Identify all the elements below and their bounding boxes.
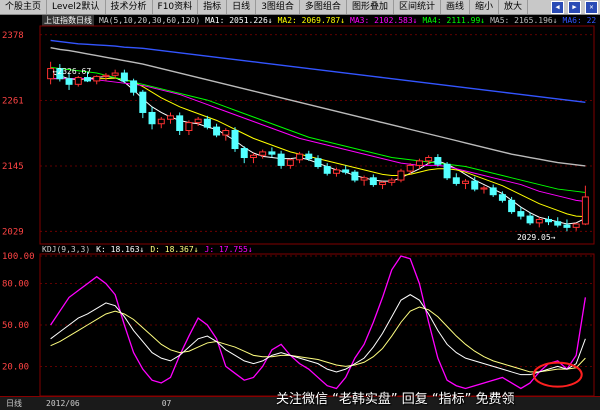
candle-body: [572, 223, 580, 228]
candle-body: [111, 72, 119, 76]
watermark: 关注微信 “老韩实盘” 回复 “指标” 免费领: [276, 392, 515, 407]
price-tick-label: 2261: [2, 97, 24, 107]
candle-body: [351, 171, 359, 181]
candle-body: [443, 163, 451, 179]
candle-body: [74, 77, 82, 85]
candle-body: [130, 80, 138, 93]
candle-body: [323, 166, 331, 174]
candle-body: [286, 159, 294, 166]
kdj-k-line: [50, 294, 586, 376]
candle-body: [489, 187, 497, 196]
candle-body: [65, 78, 73, 85]
price-tick-label: 2378: [2, 31, 24, 41]
price-tick-label: 2029: [2, 227, 24, 237]
candle-body: [83, 77, 91, 82]
high-annotation: ←2326.67: [53, 67, 92, 76]
candle-body: [277, 153, 285, 166]
ma-line-6: [50, 39, 586, 104]
candle-body: [139, 91, 147, 113]
period-label[interactable]: 日线: [0, 398, 28, 409]
candle-body: [176, 115, 184, 131]
candle-body: [157, 118, 165, 125]
candle-body: [314, 158, 322, 168]
candle-body: [425, 157, 433, 162]
candle-body: [517, 211, 525, 217]
candle-body: [213, 126, 221, 136]
candle-body: [554, 221, 562, 226]
candle-body: [296, 153, 304, 161]
candle-body: [462, 180, 470, 184]
candle-body: [93, 75, 101, 82]
candle-body: [452, 177, 460, 184]
candle-body: [480, 187, 488, 190]
candle-body: [332, 169, 340, 174]
candle-body: [379, 181, 387, 186]
candle-body: [563, 224, 571, 228]
candle-body: [369, 177, 377, 186]
date-label-1: 2012/06: [46, 399, 80, 408]
kdj-tick-label: 50.00: [2, 321, 29, 331]
date-label-2: 07: [161, 399, 172, 408]
candle-body: [406, 164, 414, 172]
kdj-tick-label: 20.00: [2, 362, 29, 372]
candle-body: [166, 115, 174, 120]
candle-body: [360, 177, 368, 181]
candle-body: [415, 160, 423, 166]
candle-body: [581, 196, 589, 225]
kdj-tick-label: 80.00: [2, 280, 29, 290]
candle-body: [249, 154, 257, 159]
candle-body: [545, 218, 553, 223]
candle-body: [259, 151, 267, 156]
candle-body: [268, 151, 276, 155]
candle-body: [397, 170, 405, 181]
candle-body: [120, 72, 128, 82]
ma-line-1: [50, 72, 586, 225]
price-tick-label: 2145: [2, 162, 24, 172]
kdj-d-line: [50, 306, 586, 373]
candle-body: [471, 180, 479, 190]
candle-body: [231, 129, 239, 150]
candle-body: [148, 111, 156, 125]
candle-body: [194, 118, 202, 124]
candle-body: [342, 169, 350, 173]
candle-body: [526, 215, 534, 224]
candle-body: [185, 122, 193, 131]
candle-body: [222, 129, 230, 136]
ma-line-3: [50, 78, 586, 202]
kdj-j-line: [50, 255, 587, 390]
ma-line-5: [50, 47, 586, 167]
stock-chart[interactable]: 2378 2261 2145 2029 100.00 80.00 50.00 20.00 ←23…: [0, 0, 600, 409]
candle-body: [535, 218, 543, 224]
candle-body: [203, 118, 211, 128]
candle-body: [434, 157, 442, 165]
kdj-tick-label: 100.00: [2, 252, 35, 262]
candle-body: [305, 153, 313, 160]
candle-body: [102, 74, 110, 77]
candle-body: [240, 148, 248, 159]
candle-body: [508, 199, 516, 213]
low-annotation: 2029.05→: [517, 233, 556, 242]
candle-body: [498, 194, 506, 201]
candle-body: [388, 179, 396, 183]
